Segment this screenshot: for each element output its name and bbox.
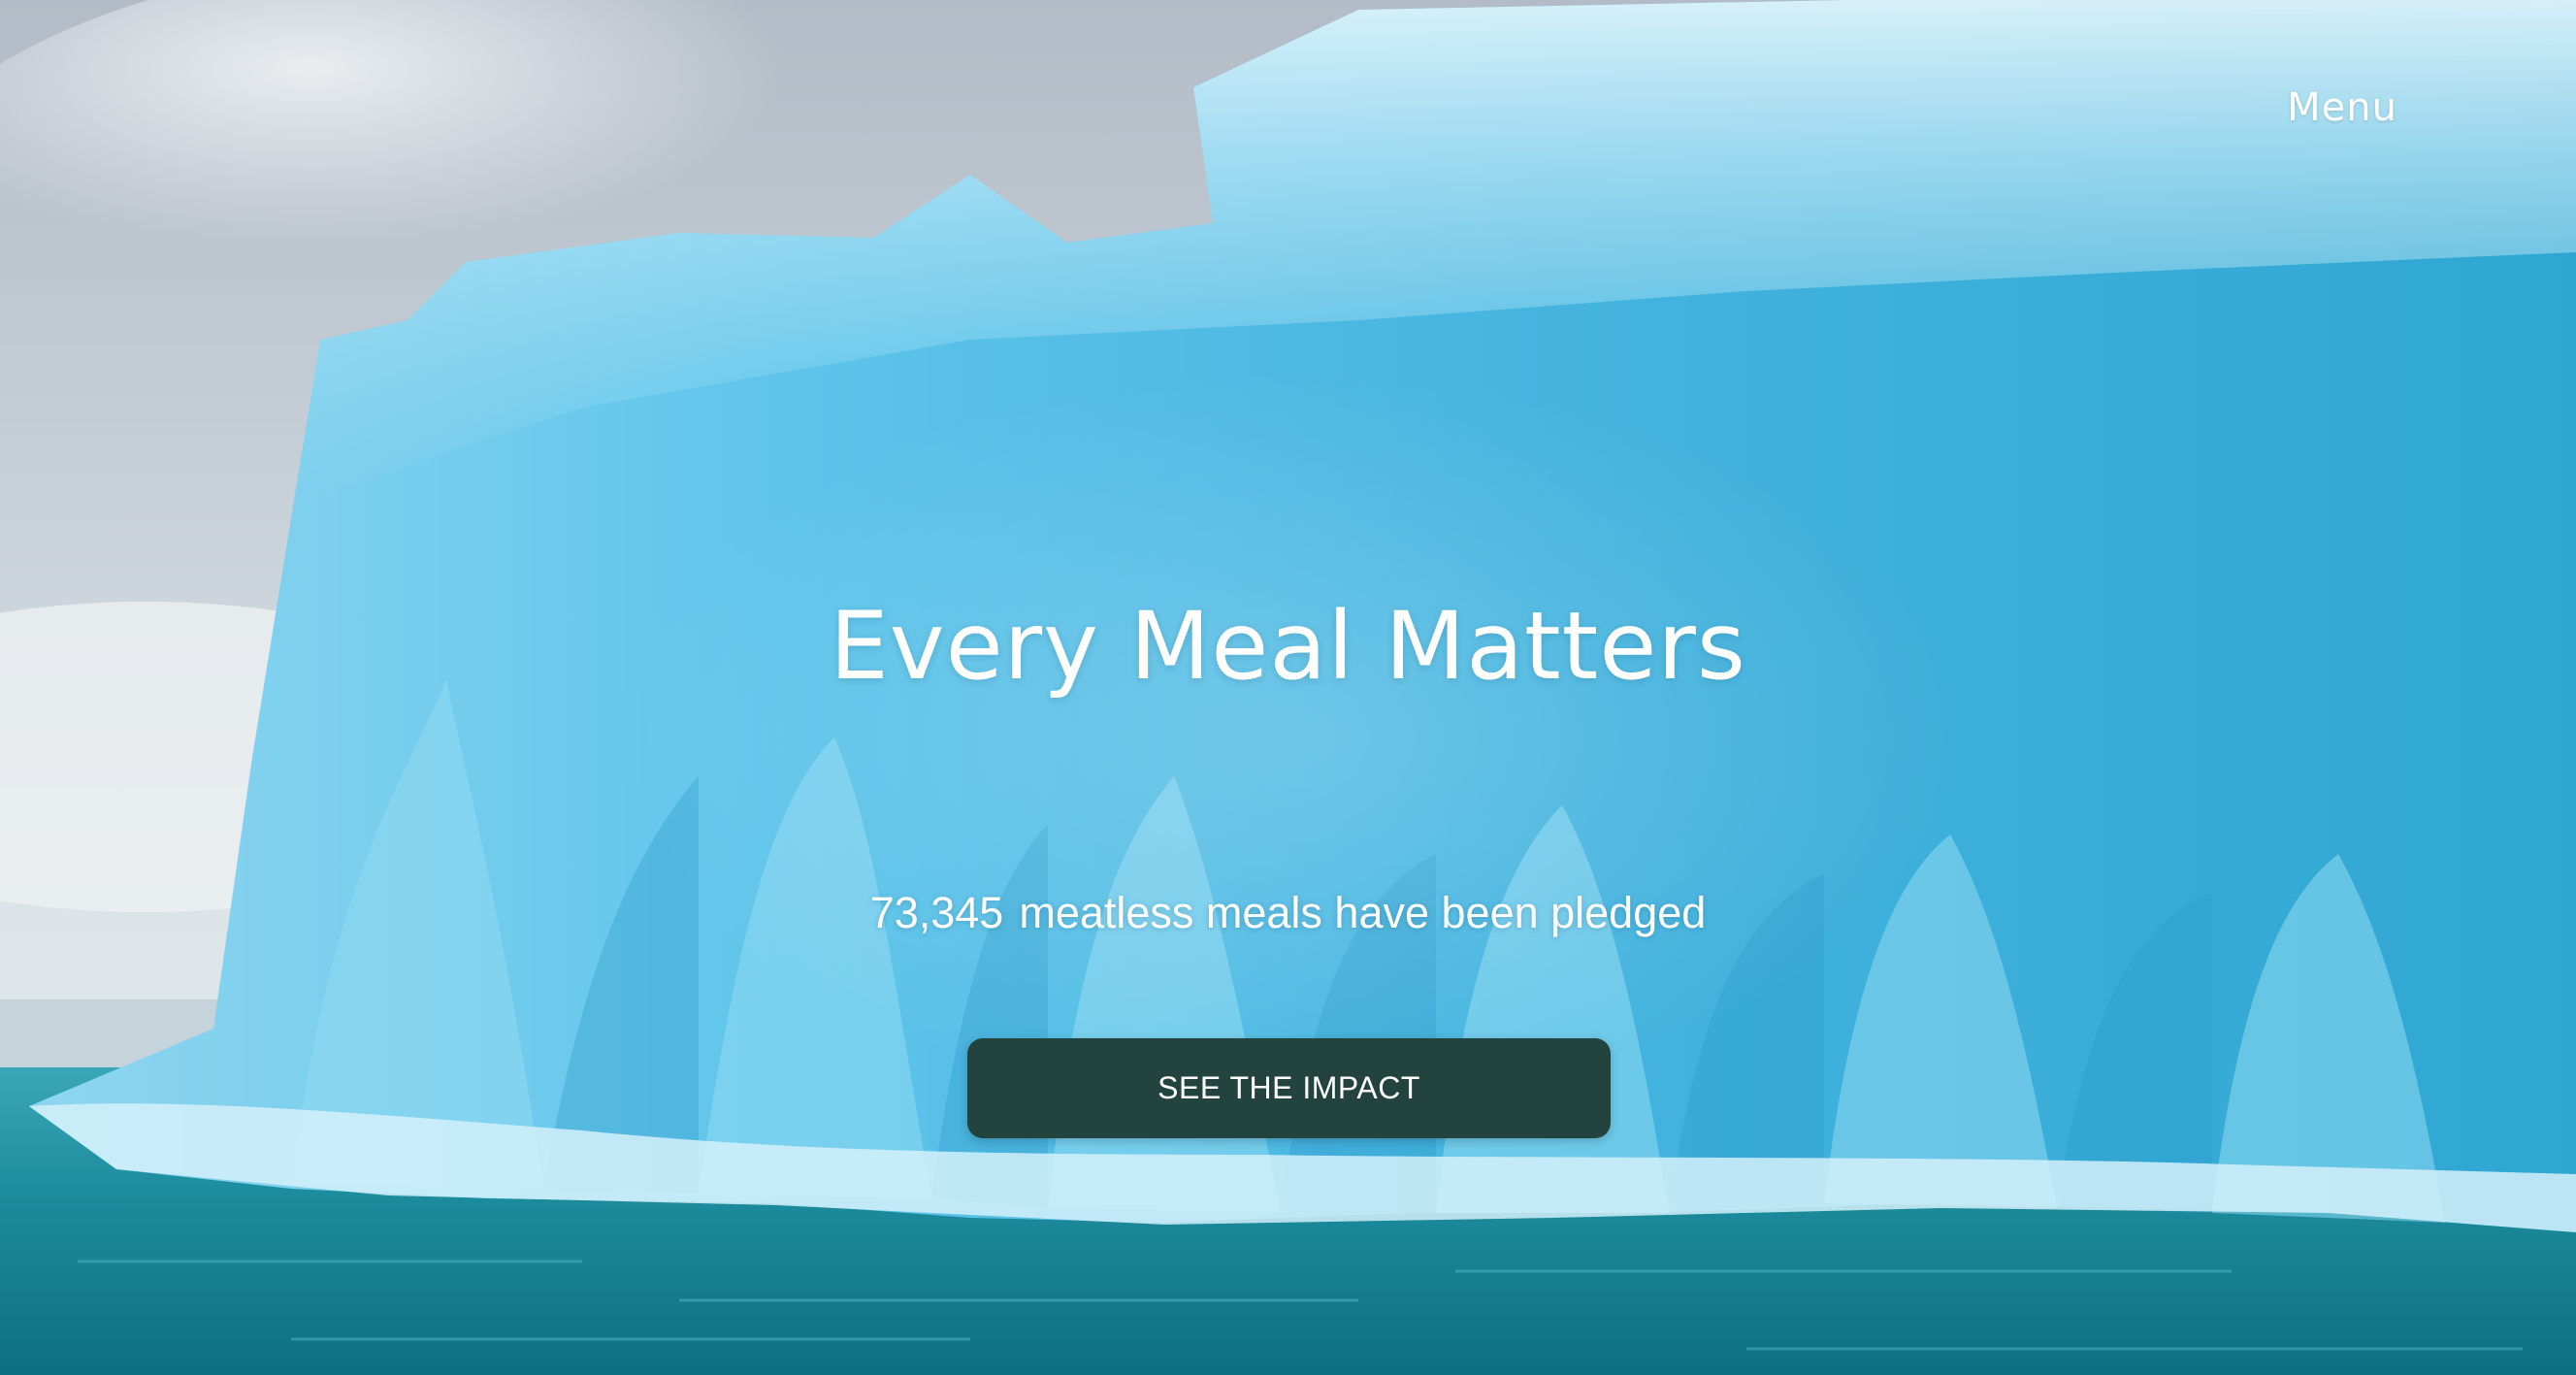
hero-section: Menu Every Meal Matters 73,345 meatless m…: [0, 0, 2576, 1375]
menu-button[interactable]: Menu: [2287, 85, 2397, 130]
pledge-text: meatless meals have been pledged: [1019, 888, 1707, 937]
pledge-counter: 73,345 meatless meals have been pledged: [0, 888, 2576, 938]
pledge-count: 73,345: [869, 888, 1004, 937]
page-title: Every Meal Matters: [830, 592, 1746, 701]
see-the-impact-button[interactable]: SEE THE IMPACT: [967, 1038, 1611, 1138]
